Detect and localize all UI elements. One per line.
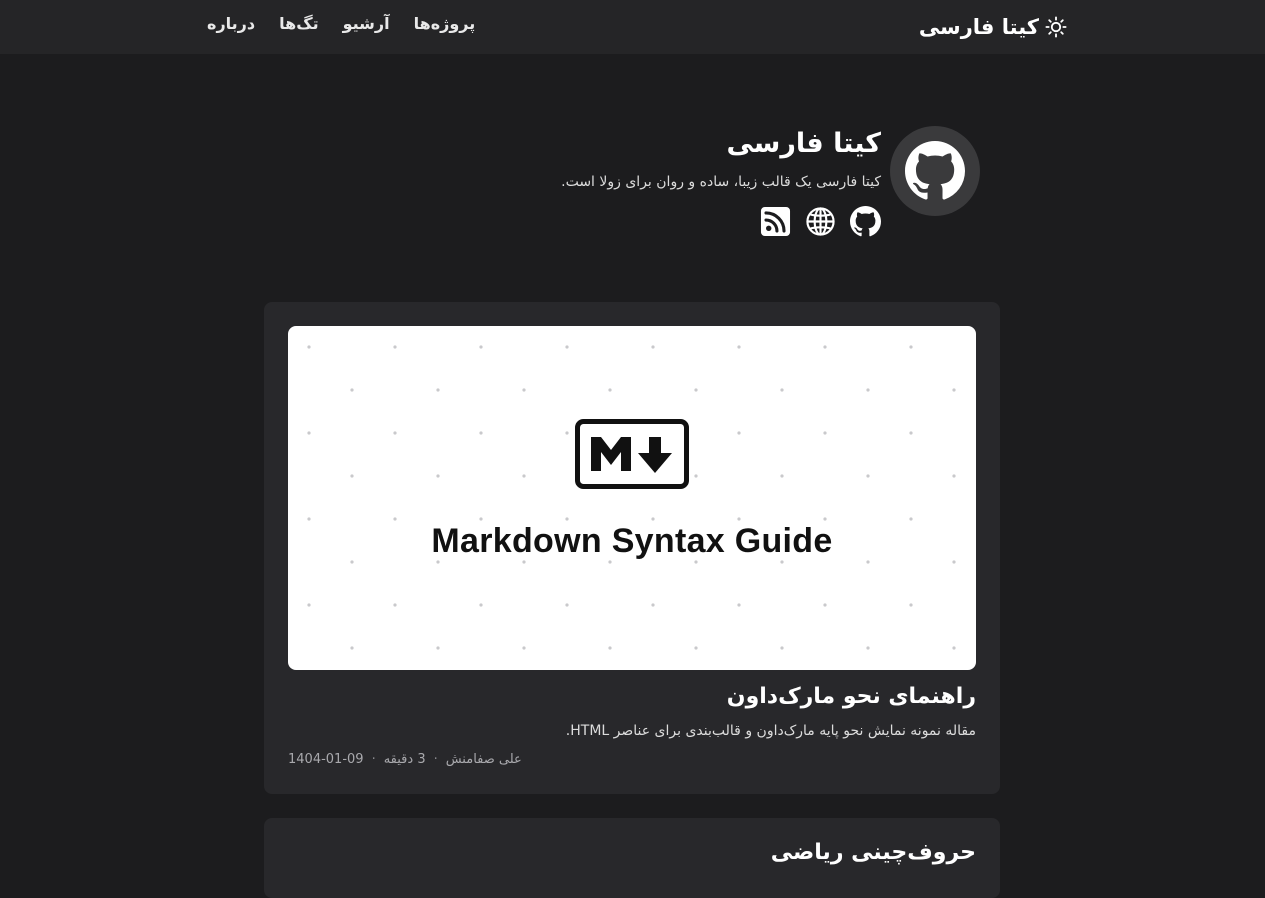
post-title[interactable]: راهنمای نحو مارک‌داون	[727, 684, 976, 709]
pattern-dot	[608, 646, 612, 650]
pattern-dot	[479, 517, 483, 521]
nav-archive[interactable]: آرشیو	[343, 14, 390, 33]
pattern-dot	[952, 388, 956, 392]
website-link[interactable]	[805, 206, 836, 237]
github-icon	[905, 141, 965, 200]
rss-link[interactable]	[760, 206, 791, 237]
pattern-dot	[393, 345, 397, 349]
pattern-dot	[909, 345, 913, 349]
pattern-dot	[823, 603, 827, 607]
post-card[interactable]: Markdown Syntax Guide راهنمای نحو مارک‌د…	[264, 302, 1000, 794]
pattern-dot	[565, 345, 569, 349]
avatar	[890, 126, 980, 216]
pattern-dot	[651, 345, 655, 349]
pattern-dot	[350, 646, 354, 650]
pattern-dot	[866, 388, 870, 392]
github-icon[interactable]	[850, 206, 881, 237]
post-title[interactable]: حروف‌چینی ریاضی	[771, 840, 976, 865]
globe-icon[interactable]	[805, 206, 836, 237]
pattern-dot	[737, 603, 741, 607]
pattern-dot	[780, 388, 784, 392]
pattern-dot	[307, 345, 311, 349]
pattern-dot	[737, 517, 741, 521]
pattern-dot	[436, 646, 440, 650]
post-card[interactable]: حروف‌چینی ریاضی	[264, 818, 1000, 898]
post-summary: مقاله نمونه نمایش نحو پایه مارک‌داون و ق…	[565, 723, 976, 739]
pattern-dot	[651, 603, 655, 607]
pattern-dot	[522, 388, 526, 392]
main-nav: پروژه‌ها آرشیو تگ‌ها درباره	[207, 14, 475, 33]
pattern-dot	[909, 517, 913, 521]
pattern-dot	[522, 646, 526, 650]
pattern-dot	[565, 603, 569, 607]
post-author: علی صفامنش	[445, 752, 522, 767]
post-date: 1404-01-09	[288, 752, 364, 767]
pattern-dot	[823, 431, 827, 435]
pattern-dot	[565, 517, 569, 521]
pattern-dot	[737, 431, 741, 435]
pattern-dot	[436, 474, 440, 478]
profile-bio: کیتا فارسی یک قالب زیبا، ساده و روان برا…	[561, 174, 881, 190]
nav-projects[interactable]: پروژه‌ها	[414, 14, 476, 33]
sun-icon[interactable]	[1045, 16, 1067, 38]
nav-tags[interactable]: تگ‌ها	[279, 14, 319, 33]
pattern-dot	[350, 474, 354, 478]
pattern-dot	[479, 431, 483, 435]
post-meta: 1404-01-09 · 3 دقیقه · علی صفامنش	[288, 752, 522, 767]
pattern-dot	[952, 646, 956, 650]
pattern-dot	[952, 474, 956, 478]
pattern-dot	[909, 603, 913, 607]
pattern-dot	[307, 517, 311, 521]
pattern-dot	[866, 646, 870, 650]
site-title[interactable]: کیتا فارسی	[919, 15, 1039, 39]
pattern-dot	[479, 603, 483, 607]
post-cover-image[interactable]: Markdown Syntax Guide	[288, 326, 976, 670]
pattern-dot	[393, 431, 397, 435]
pattern-dot	[436, 388, 440, 392]
pattern-dot	[694, 474, 698, 478]
dot-pattern	[307, 345, 956, 650]
pattern-dot	[780, 646, 784, 650]
pattern-dot	[909, 431, 913, 435]
site-brand[interactable]: کیتا فارسی	[919, 12, 1067, 42]
top-navbar: کیتا فارسی پروژه‌ها آرشیو تگ‌ها درباره	[0, 0, 1265, 54]
pattern-dot	[393, 603, 397, 607]
profile-name: کیتا فارسی	[726, 128, 881, 159]
rss-icon[interactable]	[760, 206, 791, 237]
post-reading-time: 3 دقیقه	[383, 752, 426, 767]
pattern-dot	[608, 388, 612, 392]
pattern-dot	[307, 603, 311, 607]
pattern-dot	[479, 345, 483, 349]
social-links	[760, 206, 881, 237]
github-link[interactable]	[850, 206, 881, 237]
pattern-dot	[393, 517, 397, 521]
pattern-dot	[651, 517, 655, 521]
pattern-dot	[737, 345, 741, 349]
meta-separator: ·	[433, 752, 438, 767]
meta-separator: ·	[371, 752, 376, 767]
cover-caption: Markdown Syntax Guide	[431, 522, 833, 560]
pattern-dot	[780, 474, 784, 478]
pattern-dot	[694, 388, 698, 392]
pattern-dot	[522, 474, 526, 478]
nav-about[interactable]: درباره	[207, 14, 255, 33]
pattern-dot	[350, 388, 354, 392]
pattern-dot	[823, 345, 827, 349]
pattern-dot	[307, 431, 311, 435]
pattern-dot	[866, 474, 870, 478]
pattern-dot	[565, 431, 569, 435]
pattern-dot	[823, 517, 827, 521]
pattern-dot	[694, 646, 698, 650]
markdown-icon	[575, 419, 689, 489]
